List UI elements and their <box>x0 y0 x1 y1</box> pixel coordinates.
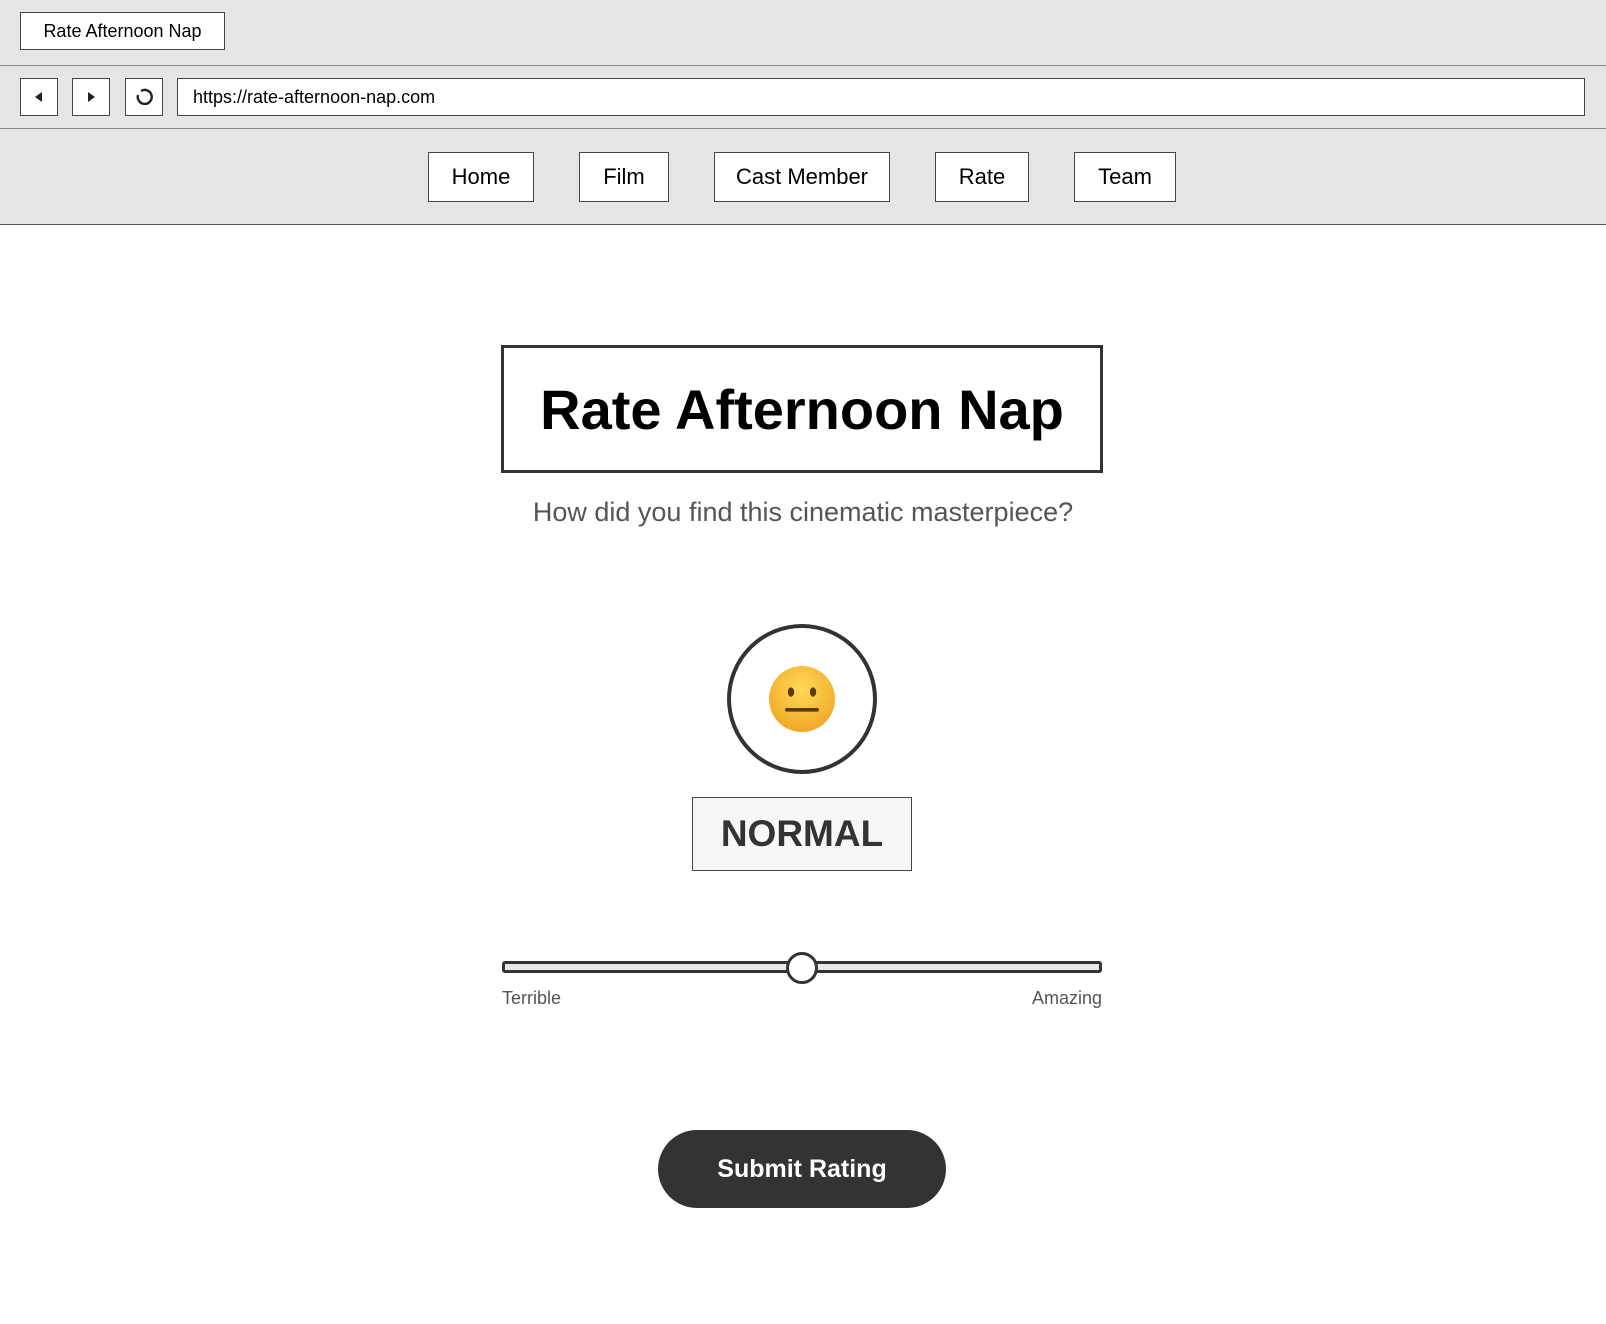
page-title: Rate Afternoon Nap <box>540 377 1064 441</box>
url-input[interactable]: https://rate-afternoon-nap.com <box>177 78 1585 116</box>
slider-thumb[interactable] <box>786 952 818 984</box>
submit-rating-button[interactable]: Submit Rating <box>658 1130 946 1208</box>
browser-address-bar: https://rate-afternoon-nap.com <box>0 66 1606 129</box>
reload-button[interactable] <box>125 78 163 116</box>
rating-emoji-display <box>727 624 877 774</box>
nav-rate[interactable]: Rate <box>935 152 1029 202</box>
nav-cast-member[interactable]: Cast Member <box>714 152 890 202</box>
nav-team[interactable]: Team <box>1074 152 1176 202</box>
slider-min-label: Terrible <box>502 988 562 1008</box>
page-subtitle: How did you find this cinematic masterpi… <box>532 497 1074 527</box>
back-arrow-icon <box>35 92 42 102</box>
forward-arrow-icon <box>88 92 95 102</box>
rating-slider[interactable] <box>502 950 1102 984</box>
rating-label: NORMAL <box>692 797 912 871</box>
nav-film[interactable]: Film <box>579 152 669 202</box>
browser-tab[interactable]: Rate Afternoon Nap <box>20 12 225 50</box>
page-title-box: Rate Afternoon Nap <box>501 345 1103 473</box>
slider-max-label: Amazing <box>1031 988 1102 1008</box>
forward-button[interactable] <box>72 78 110 116</box>
neutral-face-emoji <box>769 666 835 732</box>
reload-icon <box>136 88 153 106</box>
site-navigation: Home Film Cast Member Rate Team <box>0 129 1606 225</box>
nav-home[interactable]: Home <box>428 152 534 202</box>
back-button[interactable] <box>20 78 58 116</box>
browser-tab-strip: Rate Afternoon Nap <box>0 0 1606 66</box>
